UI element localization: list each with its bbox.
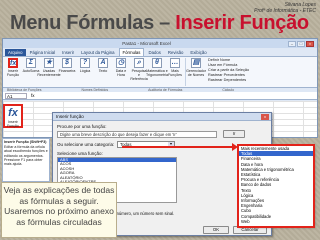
name-manager-label: Gerenciador de Nomes — [186, 69, 206, 77]
more-icon: … — [170, 58, 180, 68]
close-icon[interactable]: × — [306, 40, 314, 47]
money-icon: $ — [62, 58, 72, 68]
group-label-calc: Cálculo — [222, 88, 235, 92]
math-button[interactable]: θ Matemática e Trigonometria — [145, 58, 169, 86]
slide-title: Menu Fórmulas – Inserir Função — [10, 12, 309, 35]
tab-formulas[interactable]: Fórmulas — [118, 48, 145, 56]
insert-function-highlight[interactable]: fx Inserir Função — [3, 104, 23, 128]
lookup-button[interactable]: ⌕ Pesquisa e Referência — [130, 58, 148, 86]
group-label-names: Nomes Definidos — [81, 88, 109, 92]
category-label: Ou selecione uma categoria: — [57, 142, 115, 147]
trace-dependents-command[interactable]: Rastrear Dependentes — [208, 78, 315, 82]
slide-title-accent: Inserir Função — [175, 12, 309, 34]
ribbon-tabs: Arquivo Página Inicial Inserir Layout da… — [3, 48, 317, 56]
financial-button[interactable]: $ Financeira — [59, 58, 75, 86]
logic-button[interactable]: ? Lógica — [77, 58, 93, 86]
fx-big-icon: fx — [8, 107, 18, 119]
window-title: Pasta1 - Microsoft Excel — [122, 41, 171, 46]
tab-pagina-inicial[interactable]: Página Inicial — [27, 49, 59, 56]
insert-function-button[interactable]: fx Inserir Função — [5, 58, 21, 86]
dropdown-highlight-ring — [237, 144, 315, 228]
explanation-callout: Veja as explicações de todas as fórmulas… — [1, 182, 117, 238]
tooltip-help: Pressione F1 para obter mais ajuda. — [4, 157, 43, 167]
text-icon: A — [98, 58, 108, 68]
datetime-label: Data e Hora — [115, 69, 127, 77]
maximize-icon[interactable]: □ — [297, 40, 305, 47]
sigma-icon: Σ — [26, 58, 36, 68]
text-label: Texto — [98, 69, 108, 73]
trace-precedents-command[interactable]: Rastrear Precedentes — [208, 73, 315, 77]
tooltip-header: Inserir Função (Shift+F3) — [4, 140, 47, 144]
logic-label: Lógica — [79, 69, 91, 73]
group-label-audit: Auditoria de Fórmulas — [148, 88, 183, 92]
insert-function-label: Inserir Função — [7, 69, 19, 77]
tab-layout[interactable]: Layout da Página — [78, 49, 117, 56]
minimize-icon[interactable]: – — [288, 40, 296, 47]
slide-title-prefix: Menu Fórmulas – — [10, 12, 176, 34]
more-functions-button[interactable]: … Mais Funções — [167, 58, 183, 86]
tab-arquivo[interactable]: Arquivo — [5, 49, 26, 56]
text-button[interactable]: A Texto — [95, 58, 111, 86]
more-functions-label: Mais Funções — [168, 69, 182, 77]
math-icon: θ — [152, 58, 162, 68]
define-name-command[interactable]: Definir Nome — [208, 58, 315, 62]
dialog-close-icon[interactable]: x — [261, 114, 269, 120]
function-list-label: Selecione uma função: — [57, 151, 103, 156]
tab-exibicao[interactable]: Exibição — [187, 49, 209, 56]
insert-function-tooltip: Inserir Função (Shift+F3) Editar a fórmu… — [2, 138, 50, 182]
recent-button[interactable]: ★ Usadas Recentemente — [37, 58, 61, 86]
financial-label: Financeira — [58, 69, 76, 73]
tab-inserir[interactable]: Inserir — [59, 49, 77, 56]
logic-icon: ? — [80, 58, 90, 68]
recent-label: Usadas Recentemente — [37, 69, 61, 77]
math-label: Matemática e Trigonometria — [145, 69, 169, 77]
star-icon: ★ — [44, 58, 54, 68]
ribbon: fx Inserir Função Σ AutoSoma ★ Usadas Re… — [3, 56, 317, 88]
lookup-icon: ⌕ — [134, 58, 144, 68]
function-search-input[interactable]: Digite uma breve descrição do que deseja… — [57, 131, 217, 138]
use-in-formula-command[interactable]: Usar em Fórmula — [208, 63, 315, 67]
tab-dados[interactable]: Dados — [145, 49, 163, 56]
name-box[interactable]: A1 — [5, 92, 27, 99]
clock-icon: ◷ — [116, 58, 126, 68]
dialog-title: Inserir função — [53, 113, 271, 121]
tab-revisao[interactable]: Revisão — [165, 49, 187, 56]
formula-fx-icon[interactable]: fx — [31, 93, 35, 98]
group-label-library: Biblioteca de Funções — [7, 88, 42, 92]
datetime-button[interactable]: ◷ Data e Hora — [113, 58, 129, 86]
tooltip-text: Editar a fórmula da célula atual escolhe… — [4, 145, 48, 158]
go-button[interactable]: Ir — [223, 130, 245, 138]
annotation-arrow-line — [122, 146, 236, 148]
ok-button[interactable]: OK — [203, 226, 229, 234]
names-icon: ▤ — [191, 58, 201, 68]
name-manager-button[interactable]: ▤ Gerenciador de Nomes — [186, 58, 206, 86]
ribbon-commands: Definir Nome Usar em Fórmula Criar a par… — [206, 58, 315, 86]
fx-icon: fx — [8, 58, 18, 68]
excel-titlebar: Pasta1 - Microsoft Excel – □ × — [3, 39, 317, 48]
search-label: Procure por uma função: — [57, 124, 107, 129]
fx-big-caption: Inserir Função — [7, 120, 19, 128]
formula-bar: A1 fx — [3, 92, 317, 100]
create-from-selection-command[interactable]: Criar a partir da Seleção — [208, 68, 315, 72]
